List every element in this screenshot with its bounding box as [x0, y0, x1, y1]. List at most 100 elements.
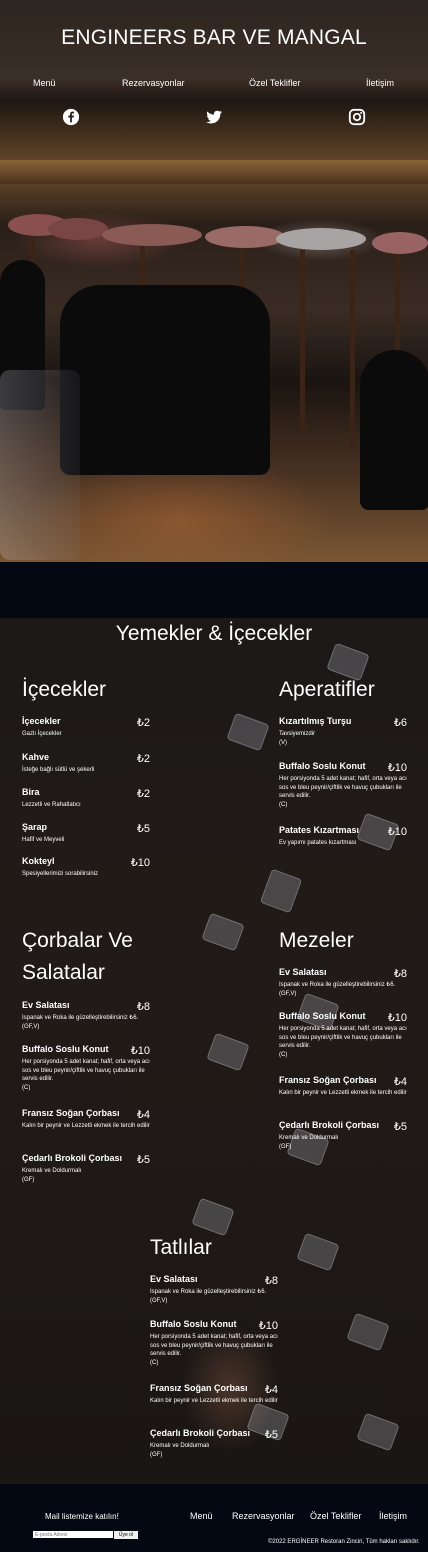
item-description: Her porsiyonda 5 adet kanat; hafif, orta…	[279, 1026, 407, 1049]
item-description: Ispanak ve Roka ile güzelleştirebilirsin…	[22, 1015, 139, 1021]
item-price: ₺5	[136, 1154, 150, 1166]
site-title: ENGINEERS BAR VE MANGAL	[61, 26, 367, 49]
category-title: İçecekler	[22, 678, 107, 701]
item-tag: (GF)	[150, 1451, 163, 1458]
ice-cube-image	[191, 1197, 235, 1237]
menu-title: Yemekler & İçecekler	[115, 622, 313, 645]
item-price: ₺5	[264, 1429, 278, 1441]
copyright-text: ©2022 ERGİNEER Restoran Zinciri, Tüm hak…	[268, 1539, 420, 1545]
nav-item-reservations[interactable]: Rezervasyonlar	[122, 78, 185, 88]
item-tag: (C)	[279, 1051, 288, 1058]
item-description: Her porsiyonda 5 adet kanat; hafif, orta…	[22, 1059, 150, 1082]
item-name: Şarap	[22, 822, 48, 832]
category-title: Aperatifler	[279, 678, 375, 701]
menu-item: Çedarlı Brokoli Çorbası ₺5 Kremalı ve Do…	[22, 1153, 150, 1184]
stool-leg	[350, 250, 355, 450]
item-name: Çedarlı Brokoli Çorbası	[22, 1153, 123, 1163]
category-title: Tatlılar	[150, 1236, 212, 1259]
facebook-icon[interactable]	[62, 108, 80, 126]
item-price: ₺8	[264, 1275, 278, 1287]
footer-nav-special-offers[interactable]: Özel Teklifler	[310, 1511, 361, 1521]
category-title: Çorbalar Ve Salatalar	[22, 929, 133, 984]
item-description: Kalın bir peynir ve Lezzetli ekmek ile t…	[22, 1123, 150, 1129]
item-price: ₺4	[393, 1076, 407, 1088]
subscribe-button[interactable]: Üye ol	[114, 1531, 138, 1539]
item-price: ₺4	[136, 1109, 150, 1121]
ice-cube-image	[206, 1032, 250, 1072]
item-tag: (GF,V)	[279, 990, 297, 997]
item-description: Kalın bir peynir ve Lezzetli ekmek ile t…	[150, 1398, 278, 1404]
item-name: Ev Salatası	[279, 967, 327, 977]
item-description: Kremalı ve Doldurmalı	[150, 1443, 210, 1449]
item-tag: (V)	[279, 739, 287, 746]
menu-item: İçecekler ₺2 Gazlı İçecekler	[22, 716, 150, 739]
ice-cube-image	[356, 1412, 400, 1452]
menu-item: Buffalo Soslu Konut ₺10 Her porsiyonda 5…	[279, 1011, 407, 1059]
footer-nav-reservations[interactable]: Rezervasyonlar	[232, 1511, 295, 1521]
item-price: ₺8	[393, 968, 407, 980]
item-price: ₺10	[130, 857, 150, 869]
menu-item: Çedarlı Brokoli Çorbası ₺5 Kremalı ve Do…	[150, 1428, 278, 1459]
menu-item: Kızartılmış Turşu ₺6 Tavsiyemizdir (V)	[279, 716, 407, 747]
menu-item: Ev Salatası ₺8 Ispanak ve Roka ile güzel…	[150, 1274, 278, 1305]
item-description: İsteğe bağlı sütlü ve şekerli	[22, 767, 95, 773]
bar-counter-image	[0, 160, 428, 184]
ice-cube-image	[201, 912, 245, 952]
item-tag: (C)	[279, 801, 288, 808]
item-price: ₺4	[264, 1384, 278, 1396]
email-input[interactable]	[33, 1531, 113, 1538]
ice-cube-image	[346, 1312, 390, 1352]
menu-item: Fransız Soğan Çorbası ₺4 Kalın bir peyni…	[22, 1108, 150, 1131]
menu-item: Fransız Soğan Çorbası ₺4 Kalın bir peyni…	[279, 1075, 407, 1098]
item-name: Kızartılmış Turşu	[279, 716, 352, 726]
item-price: ₺2	[136, 717, 150, 729]
item-description: Ispanak ve Roka ile güzelleştirebilirsin…	[150, 1289, 267, 1295]
nav-item-menu[interactable]: Menü	[33, 78, 56, 88]
menu-item: Şarap ₺5 Hafif ve Meyveli	[22, 822, 150, 845]
item-description: Her porsiyonda 5 adet kanat; hafif, orta…	[150, 1334, 278, 1357]
item-description: Hafif ve Meyveli	[22, 837, 65, 843]
menu-item: Buffalo Soslu Konut ₺10 Her porsiyonda 5…	[279, 761, 407, 809]
item-name: Ev Salatası	[22, 1000, 70, 1010]
twitter-icon[interactable]	[205, 108, 223, 126]
nav-item-contact[interactable]: İletişim	[366, 78, 394, 88]
chair-image	[60, 285, 270, 475]
item-price: ₺6	[393, 717, 407, 729]
item-price: ₺10	[387, 1012, 407, 1024]
item-description: Gazlı İçecekler	[22, 731, 62, 737]
item-price: ₺10	[387, 826, 407, 838]
menu-item: Bira ₺2 Lezzetli ve Rahatlatıcı	[22, 787, 150, 810]
menu-item: Ev Salatası ₺8 Ispanak ve Roka ile güzel…	[22, 1000, 150, 1031]
item-price: ₺2	[136, 753, 150, 765]
item-description: Kalın bir peynir ve Lezzetli ekmek ile t…	[279, 1090, 407, 1096]
item-description: Ev yapımı patates kızartması	[279, 840, 357, 846]
footer-nav-menu[interactable]: Menü	[190, 1511, 213, 1521]
item-description: Her porsiyonda 5 adet kanat; hafif, orta…	[279, 776, 407, 799]
item-description: Kremalı ve Doldurmalı	[22, 1168, 82, 1174]
menu-item: Fransız Soğan Çorbası ₺4 Kalın bir peyni…	[150, 1383, 278, 1406]
menu-section: Yemekler & İçecekler İçecekler İçecekler…	[0, 618, 428, 1484]
glass-image	[0, 370, 80, 560]
item-name: Fransız Soğan Çorbası	[279, 1075, 377, 1085]
item-tag: (GF,V)	[150, 1297, 168, 1304]
menu-item: Kokteyl ₺10 Spesiyellerimizi sorabilirsi…	[22, 856, 150, 879]
bar-stool-image	[372, 232, 428, 254]
stool-leg	[300, 250, 305, 430]
item-name: İçecekler	[22, 716, 61, 726]
item-name: Fransız Soğan Çorbası	[150, 1383, 248, 1393]
bar-stool-image	[205, 226, 285, 248]
menu-item: Buffalo Soslu Konut ₺10 Her porsiyonda 5…	[150, 1319, 278, 1367]
menu-item: Ev Salatası ₺8 Ispanak ve Roka ile güzel…	[279, 967, 407, 998]
item-name: Çedarlı Brokoli Çorbası	[279, 1120, 380, 1130]
footer-nav-contact[interactable]: İletişim	[379, 1511, 407, 1521]
instagram-icon[interactable]	[348, 108, 366, 126]
nav-item-special-offers[interactable]: Özel Teklifler	[249, 78, 300, 88]
bar-stool-image	[276, 228, 366, 250]
menu-item: Kahve ₺2 İsteğe bağlı sütlü ve şekerli	[22, 752, 150, 775]
bar-stool-image	[48, 218, 108, 240]
ice-cube-image	[226, 712, 270, 752]
item-price: ₺5	[393, 1121, 407, 1133]
item-name: Bira	[22, 787, 40, 797]
newsletter-title: Mail listemize katılın!	[45, 1512, 119, 1521]
menu-item: Buffalo Soslu Konut ₺10 Her porsiyonda 5…	[22, 1044, 150, 1092]
